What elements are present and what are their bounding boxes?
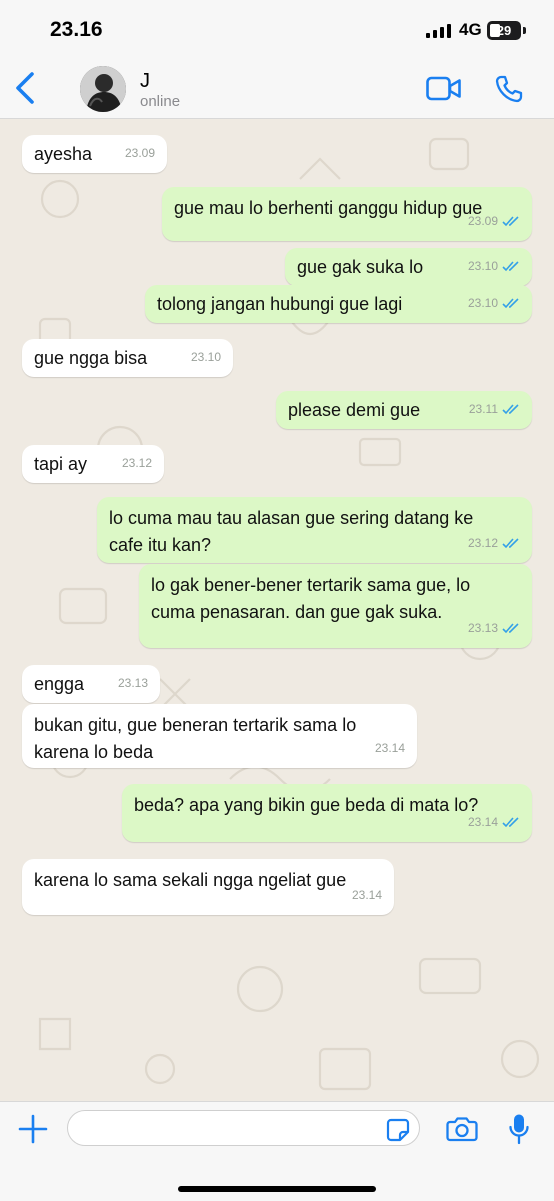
- back-chevron-icon[interactable]: [12, 70, 40, 106]
- message-meta: 23.10: [191, 344, 221, 371]
- message-outgoing[interactable]: tolong jangan hubungi gue lagi 23.10: [145, 285, 532, 323]
- message-time: 23.10: [190, 350, 221, 364]
- battery-level: 29: [496, 23, 512, 38]
- message-outgoing[interactable]: please demi gue 23.11: [276, 391, 532, 429]
- message-input-box[interactable]: [67, 1110, 420, 1146]
- message-time: 23.11: [468, 402, 498, 416]
- read-receipt-icon: [502, 404, 519, 415]
- chat-header: J online: [0, 58, 554, 119]
- battery-icon: 29: [487, 21, 526, 40]
- message-meta: 23.09: [468, 208, 520, 235]
- message-incoming[interactable]: karena lo sama sekali ngga ngeliat gue 2…: [22, 859, 394, 915]
- avatar[interactable]: [80, 66, 126, 112]
- message-time: 23.10: [467, 296, 498, 310]
- message-outgoing[interactable]: beda? apa yang bikin gue beda di mata lo…: [122, 784, 532, 842]
- status-time: 23.16: [50, 18, 103, 41]
- plus-icon[interactable]: [18, 1114, 48, 1144]
- message-text: beda? apa yang bikin gue beda di mata lo…: [134, 795, 479, 815]
- message-meta: 23.14: [375, 735, 405, 762]
- phone-icon[interactable]: [494, 74, 524, 104]
- contact-name[interactable]: J: [140, 70, 150, 93]
- status-bar: 23.16 4G 29: [0, 0, 554, 58]
- home-indicator[interactable]: [178, 1186, 376, 1192]
- message-time: 23.12: [467, 536, 498, 550]
- sticker-icon[interactable]: [386, 1118, 410, 1142]
- message-time: 23.13: [117, 676, 148, 690]
- read-receipt-icon: [502, 817, 519, 828]
- message-meta: 23.14: [468, 809, 520, 836]
- message-meta: 23.11: [469, 396, 520, 423]
- message-text: tolong jangan hubungi gue lagi: [157, 294, 403, 314]
- contact-presence: online: [140, 93, 181, 110]
- chat-thread[interactable]: ayesha 23.09 gue mau lo berhenti ganggu …: [0, 119, 554, 1101]
- message-time: 23.09: [467, 214, 498, 228]
- message-text: lo gak bener-bener tertarik sama gue, lo…: [151, 575, 471, 622]
- read-receipt-icon: [502, 623, 519, 634]
- message-incoming[interactable]: bukan gitu, gue beneran tertarik sama lo…: [22, 704, 417, 768]
- message-incoming[interactable]: ayesha 23.09: [22, 135, 167, 173]
- message-time: 23.12: [121, 456, 152, 470]
- message-meta: 23.12: [122, 450, 152, 477]
- read-receipt-icon: [502, 261, 519, 272]
- message-time: 23.09: [124, 146, 155, 160]
- network-type: 4G: [459, 20, 482, 39]
- signal-icon: [426, 24, 451, 38]
- read-receipt-icon: [502, 298, 519, 309]
- message-outgoing[interactable]: gue mau lo berhenti ganggu hidup gue 23.…: [162, 187, 532, 241]
- message-time: 23.14: [467, 815, 498, 829]
- message-meta: 23.09: [125, 140, 155, 167]
- video-call-icon[interactable]: [426, 76, 462, 102]
- message-time: 23.10: [467, 259, 498, 273]
- composer-bar: [0, 1101, 554, 1201]
- message-meta: 23.14: [352, 882, 382, 909]
- message-meta: 23.10: [468, 290, 520, 317]
- message-meta: 23.13: [468, 615, 520, 642]
- message-text: karena lo sama sekali ngga ngeliat gue: [34, 870, 347, 890]
- message-incoming[interactable]: gue ngga bisa 23.10: [22, 339, 233, 377]
- read-receipt-icon: [502, 216, 519, 227]
- read-receipt-icon: [502, 538, 519, 549]
- message-text: lo cuma mau tau alasan gue sering datang…: [109, 508, 474, 555]
- message-outgoing[interactable]: lo gak bener-bener tertarik sama gue, lo…: [139, 564, 532, 648]
- message-meta: 23.12: [468, 530, 520, 557]
- message-time: 23.14: [351, 888, 382, 902]
- message-outgoing[interactable]: lo cuma mau tau alasan gue sering datang…: [97, 497, 532, 563]
- message-outgoing[interactable]: gue gak suka lo 23.10: [285, 248, 532, 286]
- microphone-icon[interactable]: [509, 1113, 529, 1145]
- message-time: 23.14: [374, 741, 405, 755]
- message-time: 23.13: [467, 621, 498, 635]
- message-input[interactable]: [80, 1116, 384, 1142]
- message-meta: 23.13: [118, 670, 148, 697]
- message-incoming[interactable]: engga 23.13: [22, 665, 160, 703]
- avatar-photo: [80, 66, 126, 112]
- message-text: bukan gitu, gue beneran tertarik sama lo…: [34, 715, 357, 762]
- camera-icon[interactable]: [446, 1116, 478, 1142]
- message-incoming[interactable]: tapi ay 23.12: [22, 445, 164, 483]
- message-meta: 23.10: [468, 253, 520, 280]
